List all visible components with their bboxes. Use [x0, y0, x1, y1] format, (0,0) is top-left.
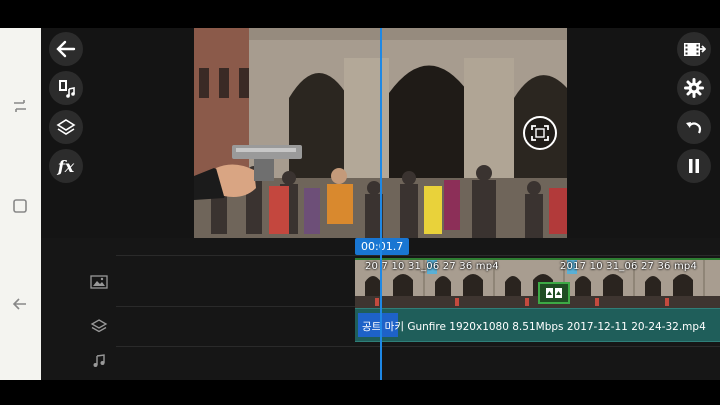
- layer-clip-name: 공트 마키 Gunfire 1920x1080 8.51Mbps 2017-12…: [362, 321, 706, 333]
- video-clip-name: 2017 10 31_06 27 36 mp4: [560, 261, 698, 272]
- current-time-badge: 00:01.7: [355, 238, 410, 255]
- layer-clip[interactable]: 공트 마키 Gunfire 1920x1080 8.51Mbps 2017-12…: [355, 308, 720, 342]
- fx-icon: fx: [57, 156, 75, 176]
- pause-button[interactable]: [677, 149, 711, 183]
- layers-button[interactable]: [49, 110, 83, 144]
- crop-icon: [531, 125, 549, 141]
- video-clip-name: 20 7 10 31_06 27 36 mp4: [365, 261, 499, 272]
- video-track-icon: [90, 273, 108, 291]
- settings-button[interactable]: [677, 71, 711, 105]
- system-back-icon[interactable]: [8, 292, 32, 316]
- fx-button[interactable]: fx: [49, 149, 83, 183]
- playhead[interactable]: [380, 28, 382, 380]
- recent-apps-icon[interactable]: [8, 94, 32, 118]
- layer-track-icon: [90, 317, 108, 335]
- pause-icon: [689, 159, 699, 173]
- back-button[interactable]: [49, 32, 83, 66]
- export-film-icon: [684, 43, 706, 56]
- export-button[interactable]: [677, 32, 711, 66]
- media-browser-icon: [59, 80, 75, 98]
- transition-icon: [546, 288, 562, 298]
- undo-icon: [686, 122, 702, 134]
- arrow-left-icon: [56, 40, 76, 58]
- audio-track-icon: [90, 352, 108, 370]
- media-browser-button[interactable]: [49, 71, 83, 105]
- layers-icon: [56, 119, 76, 135]
- transition-marker[interactable]: [538, 282, 570, 304]
- home-icon[interactable]: [8, 194, 32, 218]
- crop-button[interactable]: [523, 116, 557, 150]
- gear-icon: [684, 78, 704, 98]
- undo-button[interactable]: [677, 110, 711, 144]
- system-nav-bar: [0, 28, 41, 380]
